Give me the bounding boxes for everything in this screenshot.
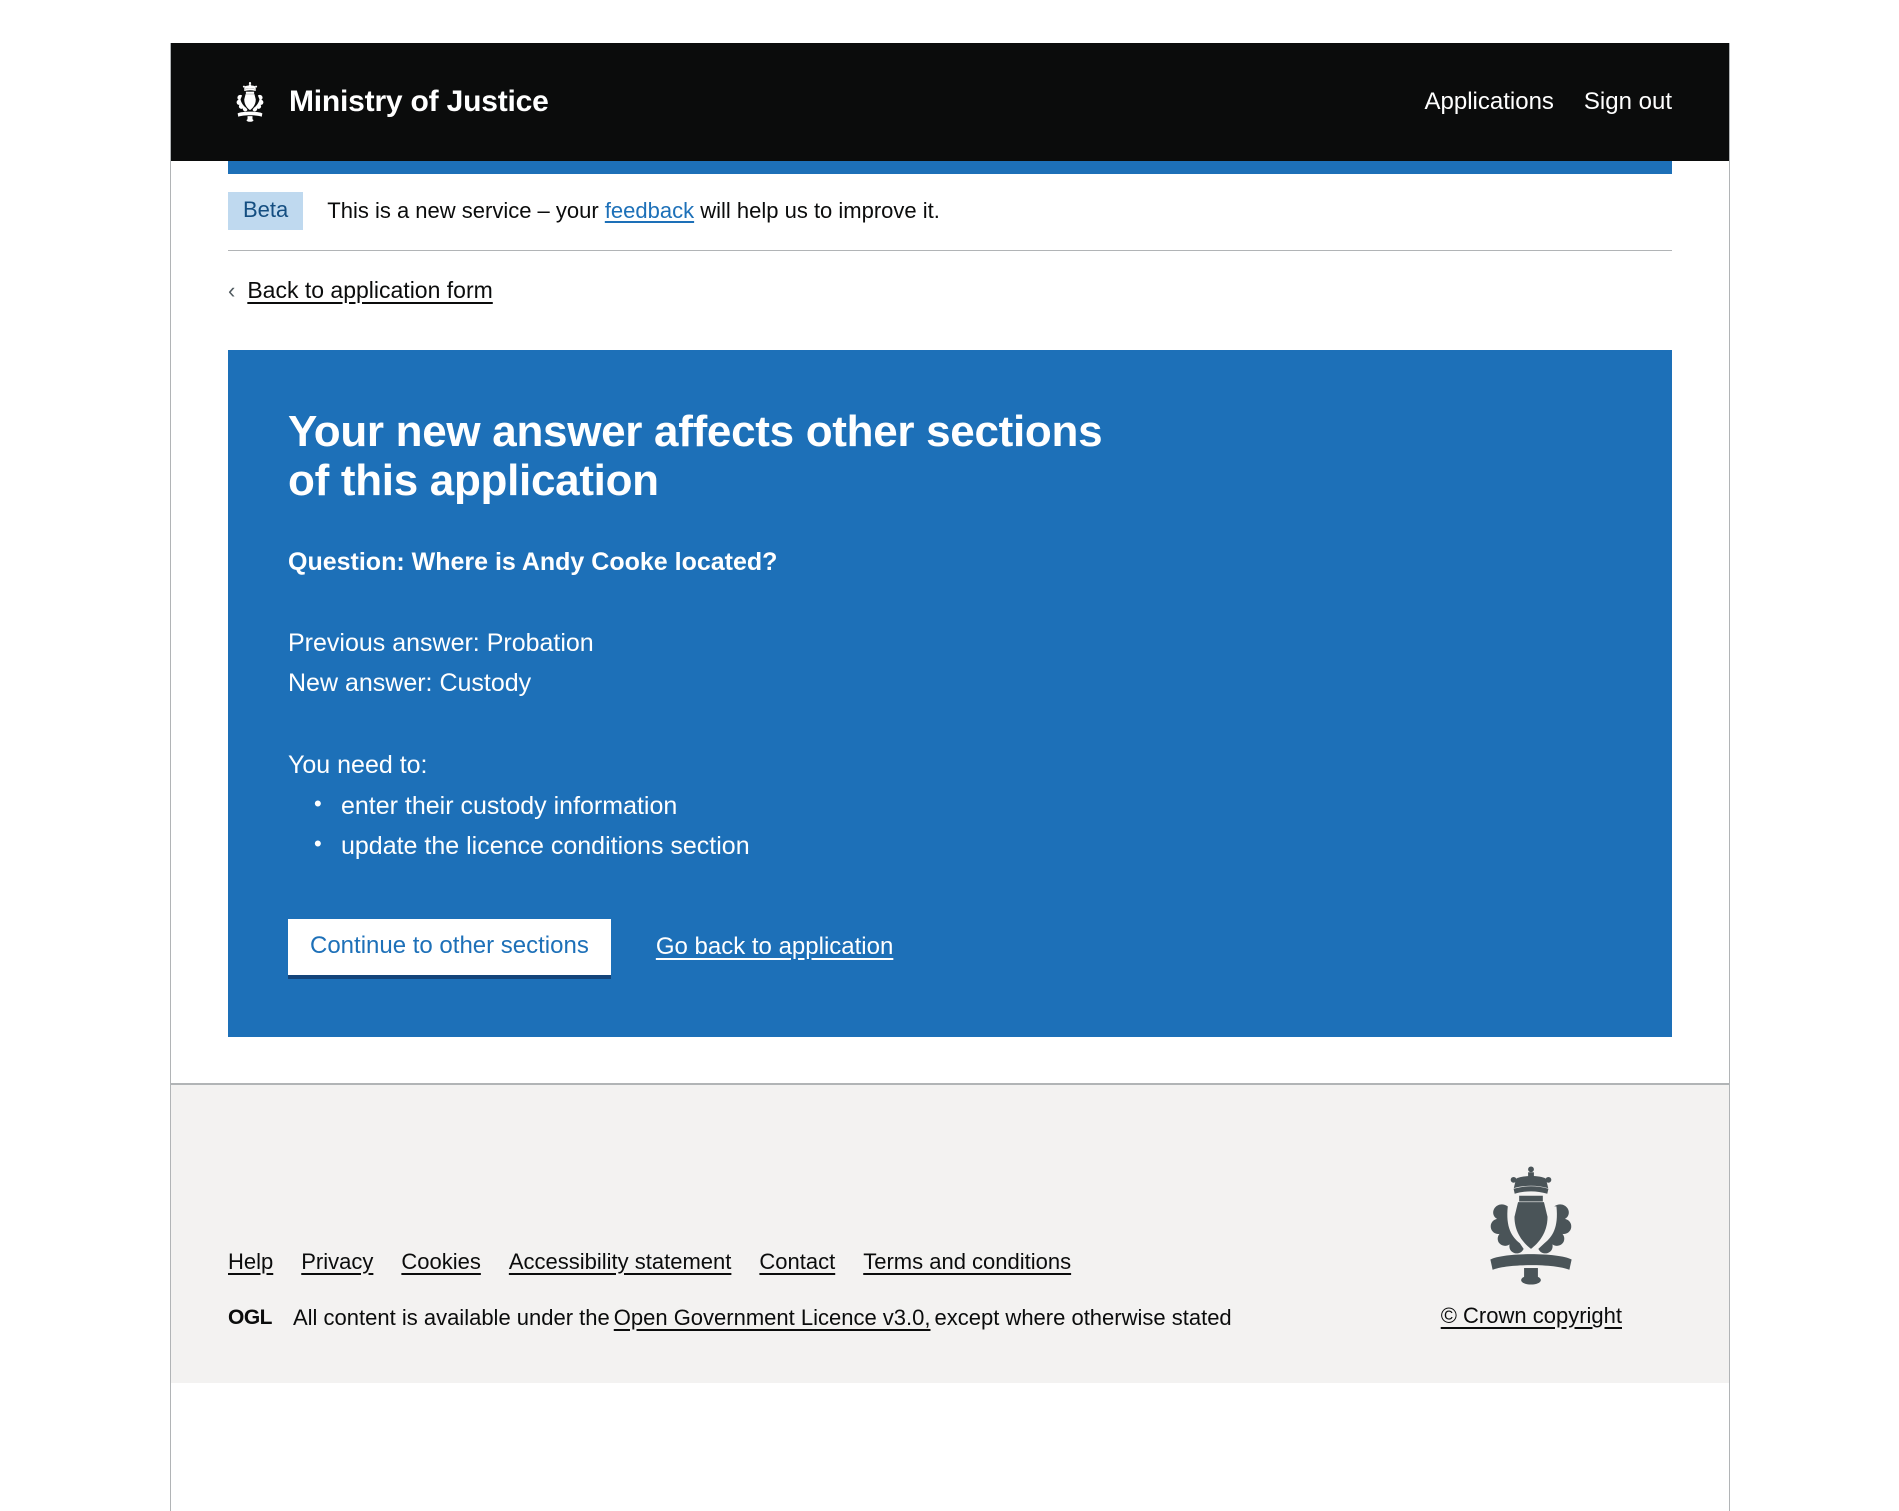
panel-heading: Your new answer affects other sections o… [288, 407, 1103, 506]
page-frame: Ministry of Justice Applications Sign ou… [170, 43, 1730, 1511]
phase-text-after: will help us to improve it. [694, 198, 940, 223]
footer-links: Help Privacy Cookies Accessibility state… [228, 1249, 1232, 1275]
footer-left: Help Privacy Cookies Accessibility state… [228, 1133, 1232, 1331]
footer-link-terms-and-conditions[interactable]: Terms and conditions [863, 1249, 1071, 1275]
royal-crest-icon [1490, 1165, 1572, 1285]
back-link-label: Back to application form [247, 277, 493, 303]
panel-question: Question: Where is Andy Cooke located? [288, 547, 778, 576]
open-government-licence-link[interactable]: Open Government Licence v3.0, [614, 1305, 931, 1331]
phase-tag-beta: Beta [228, 192, 304, 230]
header-nav: Applications Sign out [1425, 88, 1673, 116]
footer-inner: Help Privacy Cookies Accessibility state… [228, 1133, 1672, 1331]
footer-licence: OGL All content is available under the O… [228, 1305, 1232, 1331]
phase-banner-text: This is a new service – your feedback wi… [327, 198, 940, 224]
chevron-left-icon: ‹ [228, 278, 236, 303]
ogl-logo-icon: OGL [228, 1305, 273, 1329]
go-back-to-application-link[interactable]: Go back to application [656, 933, 893, 961]
accent-strip [228, 161, 1672, 174]
crown-copyright-link[interactable]: © Crown copyright [1441, 1303, 1622, 1328]
footer-link-cookies[interactable]: Cookies [401, 1249, 480, 1275]
list-item: update the licence conditions section [288, 826, 1612, 867]
panel-actions: Continue to other sections Go back to ap… [288, 918, 1612, 975]
back-to-application-form-link[interactable]: ‹ Back to application form [228, 277, 493, 304]
back-link-row: ‹ Back to application form [228, 251, 1672, 304]
panel-answers: Previous answer: Probation New answer: C… [288, 623, 1612, 703]
site-header: Ministry of Justice Applications Sign ou… [171, 43, 1729, 161]
footer-link-privacy[interactable]: Privacy [301, 1249, 373, 1275]
licence-text-after: except where otherwise stated [934, 1304, 1232, 1330]
new-answer: New answer: Custody [288, 668, 532, 697]
phase-text-before: This is a new service – your [327, 198, 605, 223]
brand-title: Ministry of Justice [289, 85, 549, 118]
footer-link-contact[interactable]: Contact [759, 1249, 835, 1275]
brand-link[interactable]: Ministry of Justice [228, 80, 549, 124]
previous-answer: Previous answer: Probation [288, 628, 594, 657]
feedback-link[interactable]: feedback [605, 198, 694, 223]
answer-impact-panel: Your new answer affects other sections o… [228, 350, 1672, 1037]
phase-banner: Beta This is a new service – your feedba… [228, 174, 1672, 251]
need-to-list: enter their custody information update t… [288, 786, 1612, 867]
footer-right: © Crown copyright [1441, 1164, 1672, 1331]
need-to-label: You need to: [288, 750, 428, 779]
nav-item-applications[interactable]: Applications [1425, 88, 1554, 116]
content-wrapper: Beta This is a new service – your feedba… [171, 174, 1729, 1083]
footer-link-help[interactable]: Help [228, 1249, 273, 1275]
accent-strip-row [171, 161, 1729, 174]
licence-text-before: All content is available under the [293, 1304, 610, 1330]
royal-crest-icon [236, 81, 264, 122]
site-footer: Help Privacy Cookies Accessibility state… [171, 1082, 1729, 1383]
nav-item-sign-out[interactable]: Sign out [1584, 88, 1672, 116]
footer-link-accessibility-statement[interactable]: Accessibility statement [509, 1249, 732, 1275]
list-item: enter their custody information [288, 786, 1612, 827]
panel-bottom-spacer [228, 1037, 1672, 1083]
continue-to-other-sections-button[interactable]: Continue to other sections [288, 918, 611, 975]
